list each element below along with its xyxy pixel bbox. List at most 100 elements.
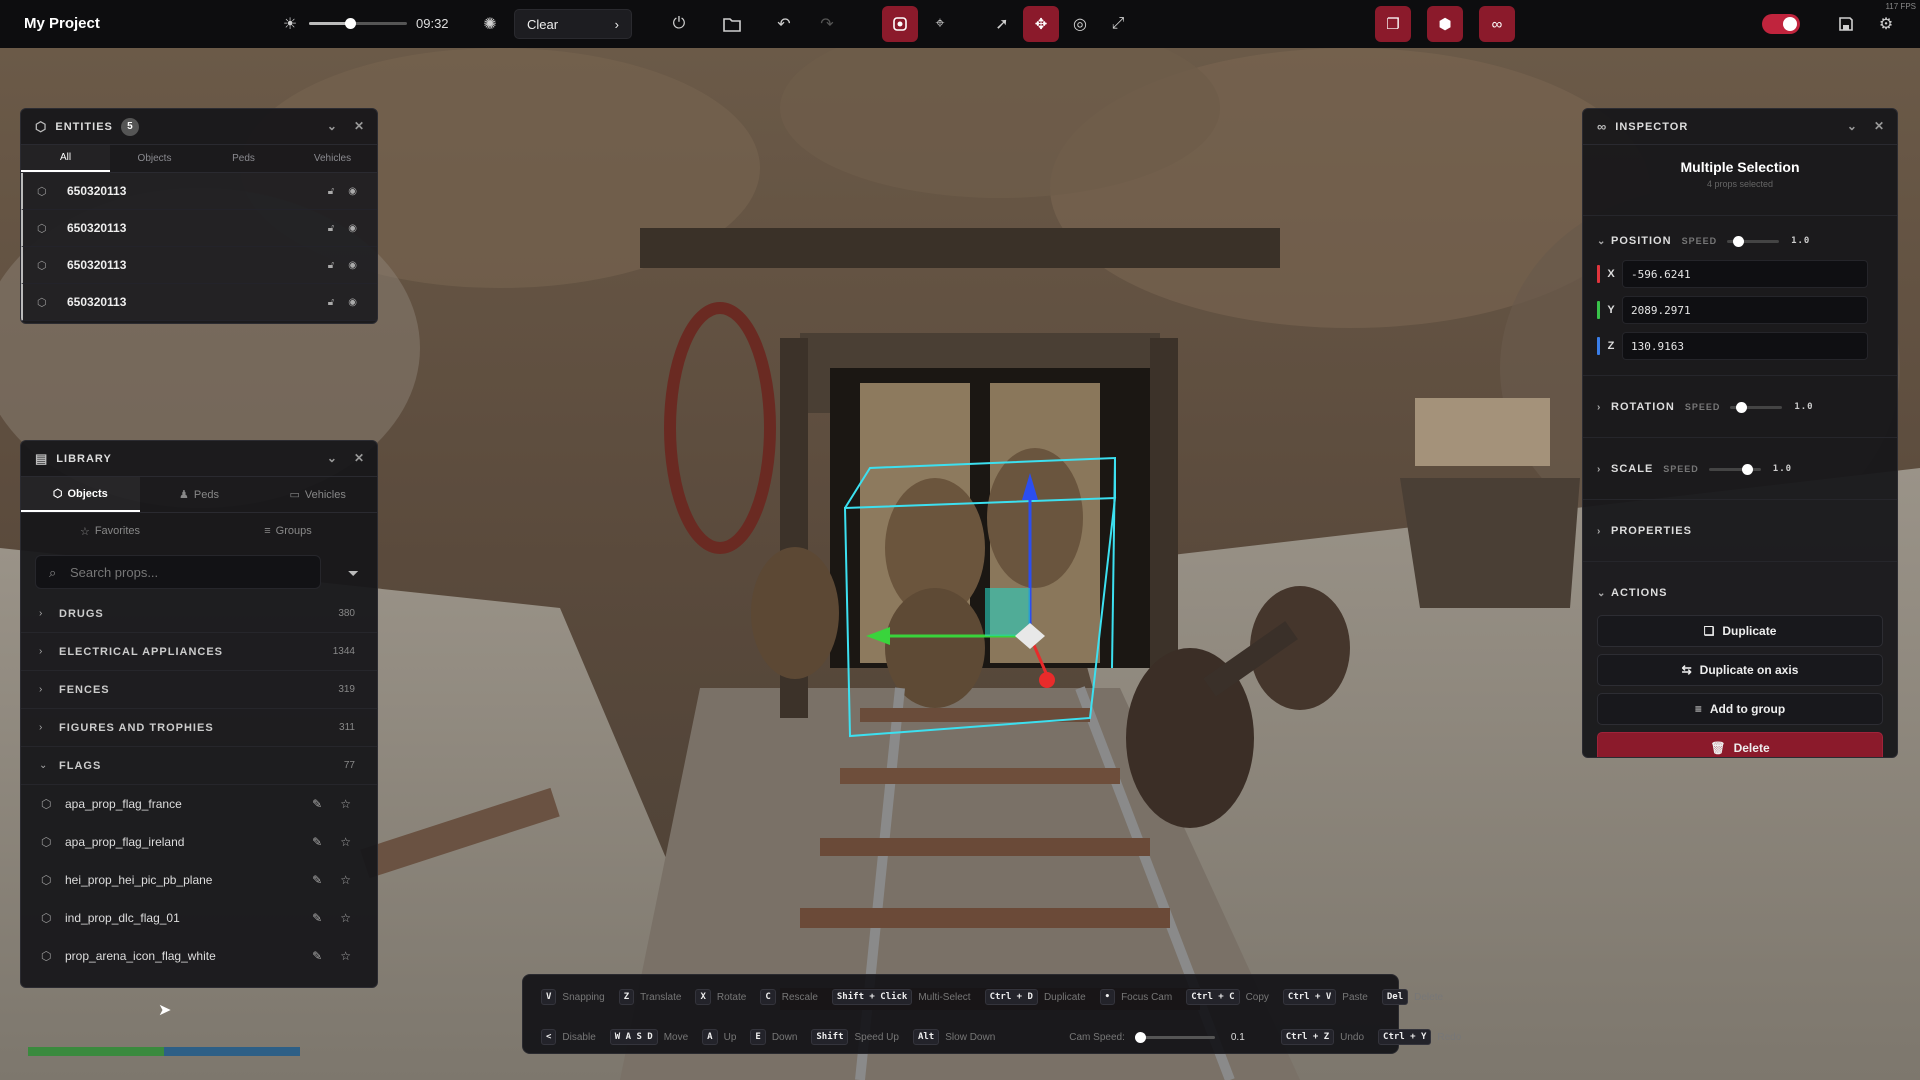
tab-objects[interactable]: ⬡ Objects <box>21 477 140 512</box>
shortcut-label: Multi-Select <box>918 991 971 1003</box>
close-icon[interactable]: ✕ <box>1874 119 1885 133</box>
globe-icon[interactable]: ◎ <box>1068 12 1092 36</box>
rotation-header[interactable]: › ROTATION SPEED 1.0 <box>1597 392 1883 422</box>
category-row[interactable]: › FIGURES AND TROPHIES 311 <box>21 709 377 747</box>
star-icon[interactable]: ☆ <box>340 835 351 849</box>
collapse-chevron-icon[interactable]: ⌄ <box>327 119 338 133</box>
duplicate-on-axis-button[interactable]: ⇆ Duplicate on axis <box>1597 654 1883 686</box>
tab-vehicles[interactable]: Vehicles <box>288 145 377 172</box>
save-icon[interactable] <box>1834 12 1858 36</box>
star-icon: ☆ <box>79 525 90 538</box>
position-y-input[interactable] <box>1622 296 1868 324</box>
lock-icon[interactable]: 🔓︎ <box>328 297 334 308</box>
position-header[interactable]: ⌄ POSITION SPEED 1.0 <box>1597 226 1883 256</box>
category-row[interactable]: › ELECTRICAL APPLIANCES 1344 <box>21 633 377 671</box>
tab-all[interactable]: All <box>21 145 110 172</box>
category-name: FIGURES AND TROPHIES <box>59 721 214 734</box>
tab-favorites[interactable]: ☆ Favorites <box>21 513 199 549</box>
cube-button[interactable]: ⬢ <box>1427 6 1463 42</box>
collapse-chevron-icon[interactable]: ⌄ <box>327 451 338 465</box>
entity-row[interactable]: ⬡ 650320113 🔓︎ ◉ <box>21 210 377 247</box>
pencil-icon[interactable]: ✎ <box>312 797 322 811</box>
prop-item[interactable]: ⬡ ind_prop_dlc_flag_01 ✎ ☆ <box>21 899 377 937</box>
lock-icon[interactable]: 🔓︎ <box>328 186 334 197</box>
shortcut-label: Translate <box>640 991 682 1003</box>
slider-knob[interactable] <box>1134 1031 1146 1043</box>
star-icon[interactable]: ☆ <box>340 949 351 963</box>
add-to-group-button[interactable]: ≡ Add to group <box>1597 693 1883 725</box>
entity-row[interactable]: ⬡ 650320113 🔓︎ ◉ <box>21 173 377 210</box>
pencil-icon[interactable]: ✎ <box>312 911 322 925</box>
toggle-switch[interactable] <box>1762 14 1800 34</box>
pencil-icon[interactable]: ✎ <box>312 835 322 849</box>
rotation-speed-slider[interactable] <box>1730 401 1783 413</box>
entity-row[interactable]: ⬡ 650320113 🔓︎ ◉ <box>21 284 377 321</box>
pencil-icon[interactable]: ✎ <box>312 873 322 887</box>
time-of-day-slider[interactable] <box>309 18 407 29</box>
lock-icon[interactable]: 🔓︎ <box>328 223 334 234</box>
camera-mode-button[interactable] <box>882 6 918 42</box>
select-arrow-icon[interactable]: ➚ <box>990 12 1014 36</box>
entity-name: 650320113 <box>67 221 127 235</box>
search-input[interactable] <box>35 555 321 589</box>
properties-header[interactable]: › PROPERTIES <box>1597 516 1883 546</box>
translate-mode-button[interactable]: ✥ <box>1023 6 1059 42</box>
tab-objects[interactable]: Objects <box>110 145 199 172</box>
delete-button[interactable]: 🗑︎ Delete <box>1597 732 1883 757</box>
filter-icon[interactable]: ⏷ <box>348 565 359 582</box>
tab-groups[interactable]: ≡ Groups <box>199 513 377 549</box>
position-section: ⌄ POSITION SPEED 1.0 X Y Z <box>1583 215 1897 375</box>
folder-icon[interactable] <box>720 12 744 36</box>
prop-item[interactable]: ⬡ hei_prop_hei_pic_pb_plane ✎ ☆ <box>21 861 377 899</box>
slider-knob[interactable] <box>1736 401 1748 413</box>
crosshair-icon[interactable]: ⌖ <box>928 12 952 36</box>
weather-settings-icon[interactable]: ✺ <box>478 12 502 36</box>
entities-title: ENTITIES <box>55 120 113 133</box>
entity-row[interactable]: ⬡ 650320113 🔓︎ ◉ <box>21 247 377 284</box>
project-title: My Project <box>24 15 100 32</box>
eye-icon[interactable]: ◉ <box>348 297 357 308</box>
prop-item[interactable]: ⬡ apa_prop_flag_france ✎ ☆ <box>21 785 377 823</box>
power-icon[interactable]: ⏻ <box>667 12 691 36</box>
time-slider-knob[interactable] <box>345 18 356 29</box>
glasses-button[interactable]: ∞ <box>1479 6 1515 42</box>
prop-item[interactable]: ⬡ apa_prop_flag_ireland ✎ ☆ <box>21 823 377 861</box>
chevron-right-icon: › <box>39 684 43 695</box>
tab-peds[interactable]: Peds <box>199 145 288 172</box>
tab-vehicles[interactable]: ▭ Vehicles <box>258 477 377 512</box>
tab-peds[interactable]: ♟ Peds <box>140 477 259 512</box>
position-speed-slider[interactable] <box>1727 235 1780 247</box>
lock-icon[interactable]: 🔓︎ <box>328 260 334 271</box>
weather-select[interactable]: Clear › <box>514 9 632 39</box>
button-label: Duplicate on axis <box>1699 663 1799 677</box>
category-row[interactable]: › DRUGS 380 <box>21 595 377 633</box>
collapse-chevron-icon[interactable]: ⌄ <box>1847 119 1858 133</box>
undo-icon[interactable]: ↶ <box>772 12 796 36</box>
scale-header[interactable]: › SCALE SPEED 1.0 <box>1597 454 1883 484</box>
star-icon[interactable]: ☆ <box>340 873 351 887</box>
slider-knob[interactable] <box>1742 463 1754 475</box>
axis-copy-icon: ⇆ <box>1681 663 1692 677</box>
eye-icon[interactable]: ◉ <box>348 260 357 271</box>
redo-icon[interactable]: ↷ <box>815 12 839 36</box>
position-z-input[interactable] <box>1622 332 1868 360</box>
star-icon[interactable]: ☆ <box>340 911 351 925</box>
expand-icon[interactable]: ⤢ <box>1106 12 1130 36</box>
pencil-icon[interactable]: ✎ <box>312 949 322 963</box>
gear-icon[interactable]: ⚙ <box>1874 12 1898 36</box>
category-row-expanded[interactable]: ⌄ FLAGS 77 <box>21 747 377 785</box>
scale-speed-slider[interactable] <box>1708 463 1761 475</box>
duplicate-button[interactable]: ❏ Duplicate <box>1597 615 1883 647</box>
prop-item[interactable]: ⬡ prop_arena_icon_flag_white ✎ ☆ <box>21 937 377 975</box>
star-icon[interactable]: ☆ <box>340 797 351 811</box>
close-icon[interactable]: ✕ <box>354 451 365 465</box>
eye-icon[interactable]: ◉ <box>348 186 357 197</box>
cam-speed-slider[interactable] <box>1134 1031 1215 1043</box>
close-icon[interactable]: ✕ <box>354 119 365 133</box>
actions-header[interactable]: ⌄ ACTIONS <box>1597 578 1883 608</box>
category-row[interactable]: › FENCES 319 <box>21 671 377 709</box>
layers-button[interactable]: ❐ <box>1375 6 1411 42</box>
eye-icon[interactable]: ◉ <box>348 223 357 234</box>
slider-knob[interactable] <box>1733 235 1745 247</box>
position-x-input[interactable] <box>1622 260 1868 288</box>
